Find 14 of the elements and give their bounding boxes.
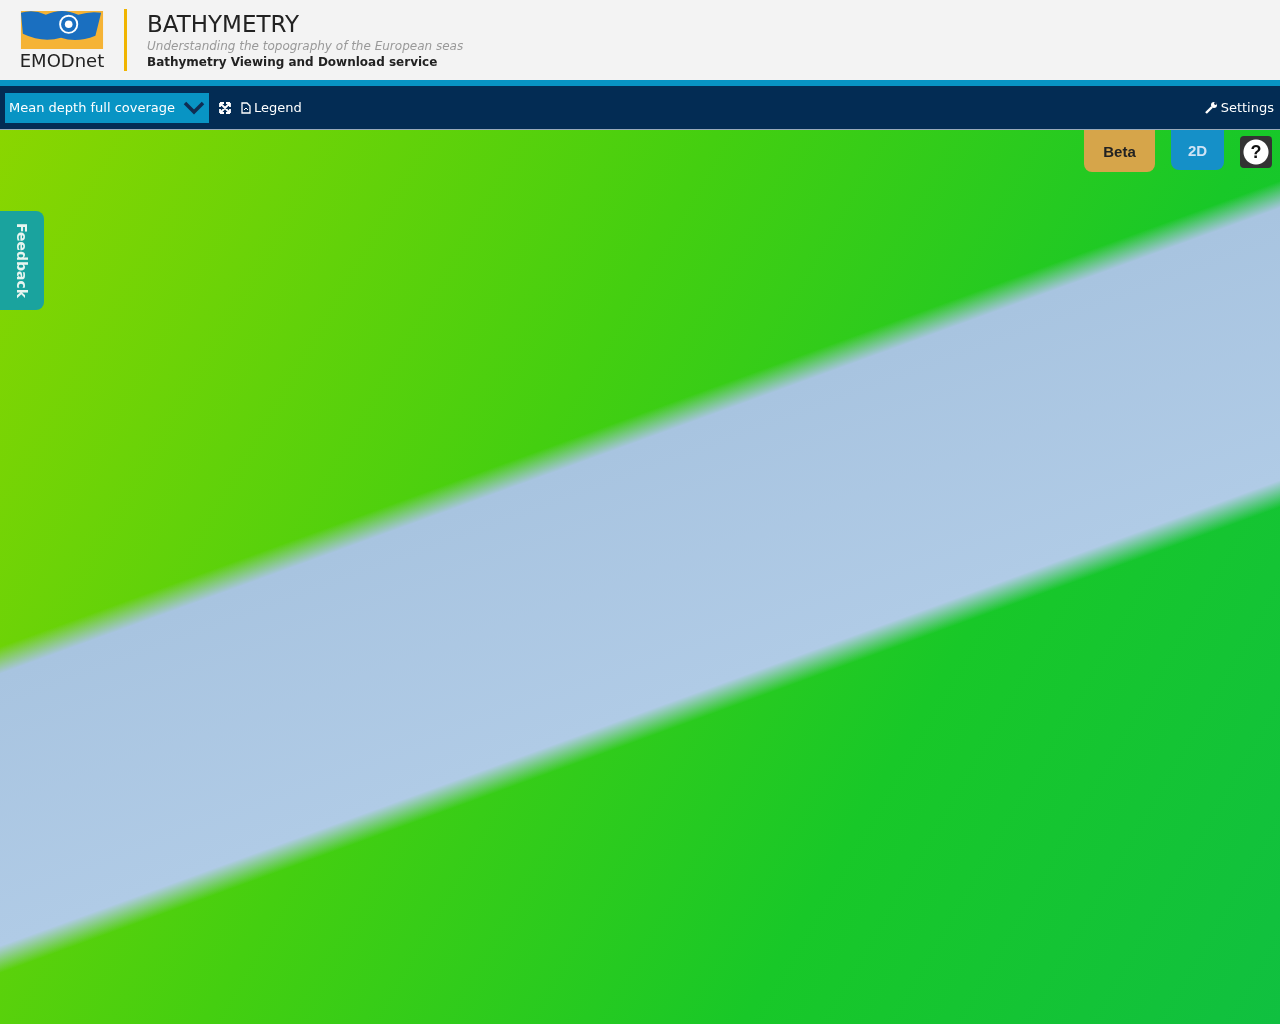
beta-button[interactable]: Beta: [1084, 130, 1155, 172]
wrench-icon: [1204, 101, 1218, 114]
app-subtitle: Understanding the topography of the European seas: [147, 38, 464, 54]
logo-text: EMODnet: [19, 51, 105, 71]
terrain-3d-view[interactable]: Feedback Beta 2D ?: [0, 130, 1280, 1024]
service-name: Bathymetry Viewing and Download service: [147, 54, 439, 70]
settings-button[interactable]: Settings: [1204, 100, 1274, 115]
help-button[interactable]: ?: [1240, 136, 1272, 168]
document-icon: [241, 101, 252, 114]
wave-logo-icon: [18, 9, 106, 51]
app-title: BATHYMETRY: [147, 10, 301, 38]
fullscreen-icon[interactable]: [219, 101, 232, 114]
legend-button[interactable]: Legend: [241, 100, 302, 115]
chevron-down-icon: [183, 100, 206, 115]
